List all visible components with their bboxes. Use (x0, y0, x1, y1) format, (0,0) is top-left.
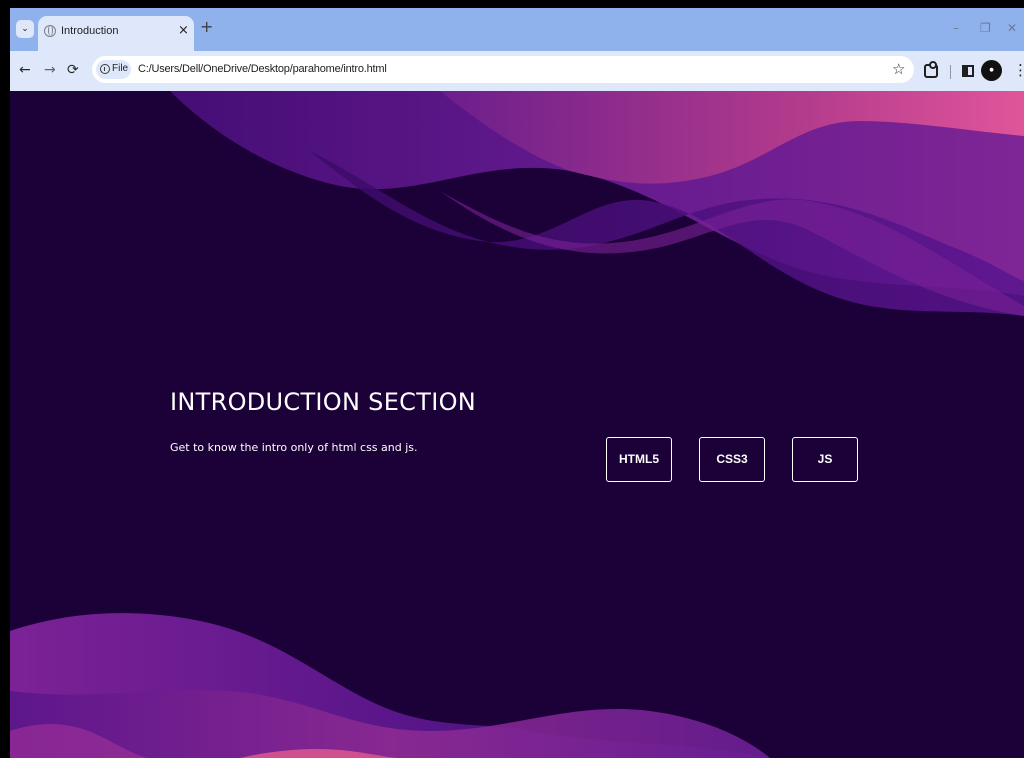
wave-background (10, 91, 1024, 758)
page-subtitle: Get to know the intro only of html css a… (170, 441, 418, 454)
close-icon[interactable]: × (178, 23, 189, 38)
restore-icon[interactable]: ❐ (980, 21, 991, 35)
side-panel-icon[interactable] (962, 65, 974, 77)
toolbar-divider (950, 65, 951, 79)
js-button[interactable]: JS (792, 437, 858, 482)
site-info-chip[interactable]: File (96, 60, 131, 79)
tab-title: Introduction (61, 25, 119, 37)
url-text[interactable]: C:/Users/Dell/OneDrive/Desktop/parahome/… (138, 63, 387, 75)
window-close-icon[interactable]: ✕ (1007, 21, 1017, 35)
site-chip-label: File (112, 63, 129, 74)
page-content: INTRODUCTION SECTION Get to know the int… (10, 91, 1024, 758)
profile-avatar[interactable]: ● (981, 60, 1002, 81)
kebab-menu-icon[interactable]: ⋮ (1013, 61, 1024, 79)
star-icon[interactable]: ☆ (892, 60, 905, 78)
address-bar[interactable]: File C:/Users/Dell/OneDrive/Desktop/para… (92, 56, 914, 83)
plus-icon[interactable]: + (200, 19, 213, 35)
tab-bar: ⌄ Introduction × + – ❐ ✕ (10, 8, 1024, 51)
tab-search-icon[interactable]: ⌄ (16, 20, 34, 38)
back-arrow-icon[interactable]: ← (19, 62, 31, 78)
toolbar: ← → ⟳ File C:/Users/Dell/OneDrive/Deskto… (10, 51, 1024, 91)
globe-icon (44, 25, 56, 37)
html5-button[interactable]: HTML5 (606, 437, 672, 482)
reload-icon[interactable]: ⟳ (67, 62, 79, 78)
css3-button[interactable]: CSS3 (699, 437, 765, 482)
forward-arrow-icon[interactable]: → (44, 62, 56, 78)
page-title: INTRODUCTION SECTION (170, 388, 477, 416)
browser-window: ⌄ Introduction × + – ❐ ✕ ← → ⟳ File C:/U… (10, 8, 1024, 758)
extensions-icon[interactable] (924, 61, 938, 78)
minimize-icon[interactable]: – (953, 21, 959, 35)
info-icon (100, 64, 110, 74)
tab-introduction[interactable]: Introduction × (38, 16, 194, 51)
